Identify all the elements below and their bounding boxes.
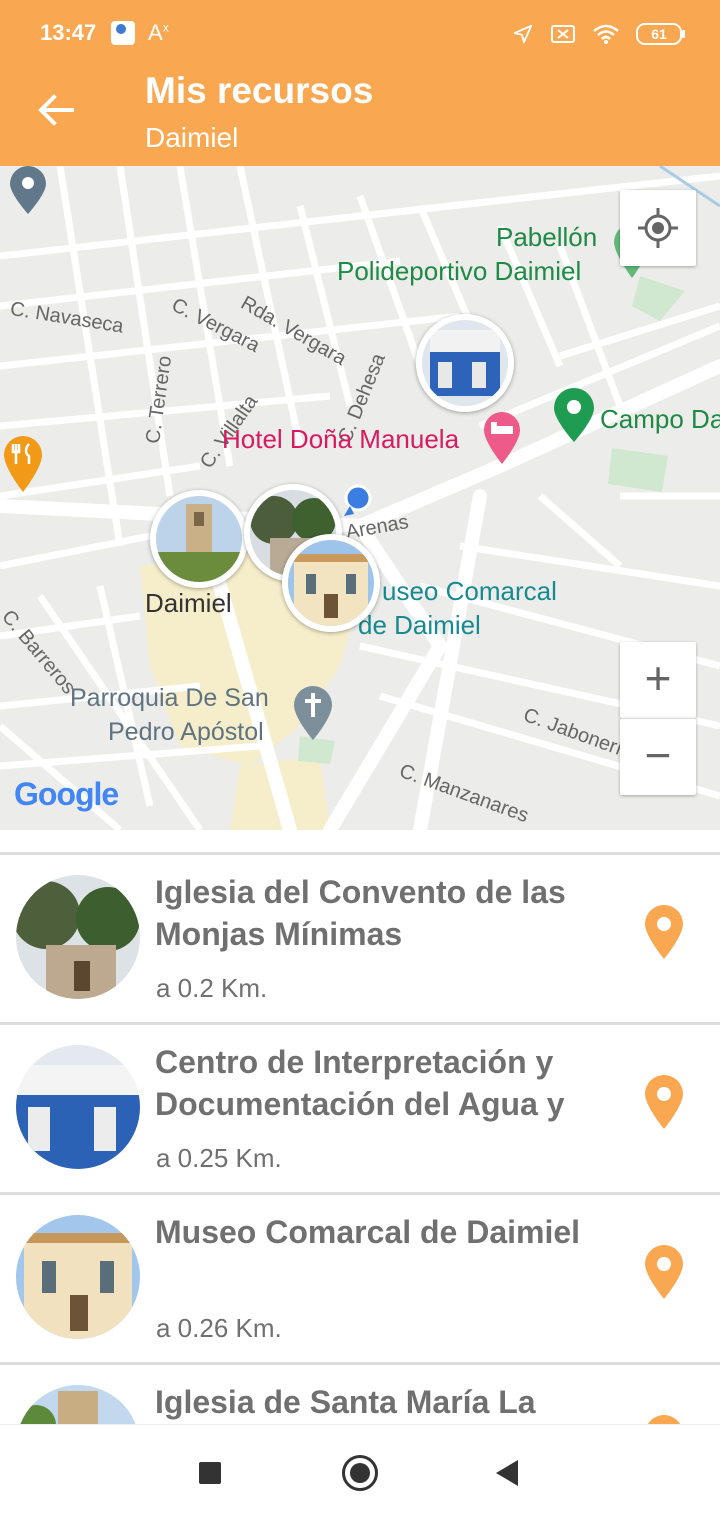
city-label: Daimiel — [145, 588, 232, 618]
resource-distance: a 0.26 Km. — [156, 1313, 282, 1343]
restaurant-pin-icon[interactable] — [2, 434, 44, 494]
app-bar: 13:47 Ax 61 Mis recursos Daimiel — [0, 0, 720, 166]
poi-label-museo-1[interactable]: useo Comarcal — [382, 576, 557, 607]
accessibility-icon: Ax — [148, 20, 169, 45]
resource-thumbnail — [16, 1215, 140, 1339]
poi-label-campo[interactable]: Campo Da — [600, 404, 720, 435]
back-arrow-icon[interactable] — [36, 92, 76, 128]
status-time: 13:47 — [40, 20, 97, 45]
back-triangle-icon[interactable] — [496, 1460, 518, 1486]
map-pin-icon[interactable] — [644, 1075, 684, 1131]
resource-name: Iglesia de Santa María La — [155, 1384, 536, 1420]
resource-thumbnail — [16, 875, 140, 999]
list-item[interactable]: Iglesia de Santa María La — [0, 1362, 720, 1424]
poi-label-museo-2[interactable]: de Daimiel — [358, 610, 481, 641]
map-pin-icon[interactable] — [644, 905, 684, 961]
zoom-in-button[interactable]: + — [620, 642, 696, 718]
resource-list[interactable]: Iglesia del Convento de las Monjas Mínim… — [0, 852, 720, 1424]
google-logo: Google — [14, 776, 119, 813]
church-pin-icon[interactable] — [292, 684, 334, 742]
poi-label-hotel[interactable]: Hotel Doña Manuela — [222, 424, 459, 455]
recents-square-icon[interactable] — [199, 1462, 221, 1484]
my-location-button[interactable] — [620, 190, 696, 266]
grey-place-pin-icon[interactable] — [8, 166, 48, 216]
map-pin-icon[interactable] — [644, 1245, 684, 1301]
hotel-pin-icon[interactable] — [482, 410, 522, 466]
no-sim-icon — [551, 25, 575, 43]
resource-marker-museo-comarcal[interactable] — [282, 534, 380, 632]
google-logo-g: Google — [14, 776, 119, 812]
zoom-out-button[interactable]: − — [620, 718, 696, 795]
page-subtitle: Daimiel — [145, 122, 239, 153]
resource-marker-iglesia-santa-maria[interactable] — [150, 490, 248, 588]
crosshair-icon — [638, 208, 678, 248]
resource-marker-centro-agua[interactable] — [416, 314, 514, 412]
resource-distance: a 0.2 Km. — [156, 973, 268, 1003]
resource-thumbnail — [16, 1045, 140, 1169]
battery-icon: 61 — [636, 23, 685, 45]
map-pin-icon[interactable] — [644, 1415, 684, 1424]
system-nav-bar — [0, 1424, 720, 1521]
poi-label-pabellon[interactable]: Pabellón — [496, 222, 597, 253]
list-item[interactable]: Centro de Interpretación y Documentación… — [0, 1022, 720, 1193]
list-item[interactable]: Iglesia del Convento de las Monjas Mínim… — [0, 852, 720, 1023]
status-bar: 13:47 Ax 61 — [0, 0, 720, 68]
resource-distance: a 0.25 Km. — [156, 1143, 282, 1173]
list-item[interactable]: Museo Comarcal de Daimiel a 0.26 Km. — [0, 1192, 720, 1363]
wifi-icon — [593, 24, 619, 44]
poi-label-parroquia-1[interactable]: Parroquia De San — [70, 684, 269, 713]
user-location-icon — [344, 484, 372, 516]
location-arrow-icon — [513, 24, 533, 44]
resource-name: Museo Comarcal de Daimiel — [155, 1214, 581, 1250]
map-view[interactable]: C. Navaseca C. Vergara Rda. Vergara C. T… — [0, 166, 720, 830]
resource-name: Centro de Interpretación y Documentación… — [155, 1044, 565, 1122]
poi-label-parroquia-2[interactable]: Pedro Apóstol — [108, 718, 264, 747]
page-title: Mis recursos — [145, 70, 374, 111]
notification-app-icon — [111, 21, 135, 45]
home-circle-icon[interactable] — [342, 1455, 378, 1491]
green-place-pin-icon[interactable] — [552, 388, 596, 444]
resource-name: Iglesia del Convento de las Monjas Mínim… — [155, 874, 566, 952]
resource-thumbnail — [16, 1385, 140, 1424]
poi-label-polideportivo[interactable]: Polideportivo Daimiel — [337, 256, 581, 287]
status-icons: 61 — [512, 20, 685, 48]
